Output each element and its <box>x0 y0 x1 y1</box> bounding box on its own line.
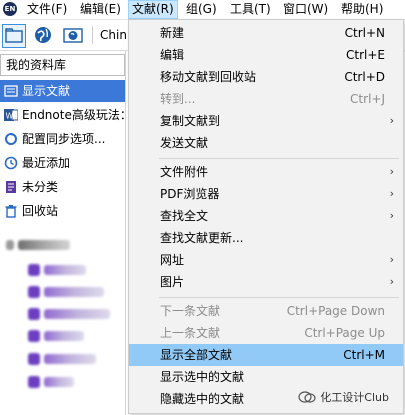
obscured-group-set-name <box>18 240 70 250</box>
panel-divider <box>125 50 126 415</box>
style-selector-partial[interactable]: Chin <box>100 28 127 42</box>
chevron-right-icon: › <box>389 114 394 127</box>
menu-item-move-to-trash[interactable]: 移动文献到回收站 Ctrl+D <box>129 66 403 88</box>
menu-item-previous-reference[interactable]: 上一条文献 Ctrl+Page Up <box>129 322 403 344</box>
menu-item-next-reference[interactable]: 下一条文献 Ctrl+Page Down <box>129 300 403 322</box>
chevron-right-icon: › <box>389 187 394 200</box>
obscured-group-name <box>44 309 110 319</box>
unfiled-icon <box>4 179 18 193</box>
endnote-logo-icon: EN <box>3 2 17 16</box>
menu-item-find-full-text[interactable]: 查找全文 › <box>129 205 403 227</box>
group-trash[interactable]: 回收站 <box>0 200 125 222</box>
obscured-group-name <box>44 354 96 364</box>
menu-references[interactable]: 文献(R) <box>128 0 178 19</box>
menu-item-show-all-references[interactable]: 显示全部文献 Ctrl+M <box>129 344 403 366</box>
folder-icon[interactable] <box>2 24 26 48</box>
obscured-group-name <box>44 331 84 341</box>
obscured-group-icon <box>28 308 40 320</box>
group-recently-added[interactable]: 最近添加 <box>0 152 125 174</box>
menu-tools[interactable]: 工具(T) <box>227 0 274 19</box>
menu-window[interactable]: 窗口(W) <box>280 0 331 19</box>
menu-item-go-to[interactable]: 转到... Ctrl+J <box>129 88 403 110</box>
sync-icon <box>4 131 18 145</box>
obscured-group-icon <box>28 264 40 276</box>
group-unfiled[interactable]: 未分类 <box>0 176 125 198</box>
group-label: 最近添加 <box>22 156 71 170</box>
obscured-group-name <box>44 377 74 387</box>
trash-icon <box>4 203 18 218</box>
group-list: 显示文献 W Endnote高级玩法： 配置同步选项... 最近添加 未分类 回… <box>0 80 125 415</box>
chevron-right-icon: › <box>389 275 394 288</box>
menu-edit[interactable]: 编辑(E) <box>77 0 124 19</box>
wechat-logo-icon <box>298 391 316 403</box>
menu-item-url[interactable]: 网址 › <box>129 249 403 271</box>
obscured-arrow <box>6 240 14 250</box>
chevron-right-icon: › <box>389 165 394 178</box>
menu-separator <box>159 297 399 298</box>
group-endnote-advanced[interactable]: W Endnote高级玩法： <box>0 104 125 126</box>
svg-text:W: W <box>6 112 14 121</box>
library-selector[interactable]: 我的资料库 <box>0 54 125 76</box>
all-references-icon <box>4 83 18 97</box>
menu-item-figure[interactable]: 图片 › <box>129 271 403 293</box>
group-label: 未分类 <box>22 180 59 194</box>
obscured-group-icon <box>28 330 40 342</box>
menu-item-show-selected-references[interactable]: 显示选中的文献 <box>129 366 403 388</box>
word-doc-icon: W <box>4 107 19 121</box>
menu-item-find-reference-updates[interactable]: 查找文献更新... <box>129 227 403 249</box>
watermark: 化工设计Club <box>298 389 389 405</box>
toolbar-separator <box>92 26 93 44</box>
group-label: 配置同步选项... <box>22 132 106 146</box>
menu-bar: EN 文件(F) 编辑(E) 文献(R) 组(G) 工具(T) 窗口(W) 帮助… <box>0 0 405 20</box>
menu-groups[interactable]: 组(G) <box>183 0 220 19</box>
menu-item-new[interactable]: 新建 Ctrl+N <box>129 22 403 44</box>
menu-item-file-attachments[interactable]: 文件附件 › <box>129 161 403 183</box>
group-all-references[interactable]: 显示文献 <box>0 80 125 102</box>
obscured-group-icon <box>28 353 40 365</box>
group-label: 显示文献 <box>22 84 71 98</box>
chevron-right-icon: › <box>389 253 394 266</box>
menu-item-copy-references-to[interactable]: 复制文献到 › <box>129 110 403 132</box>
globe-icon[interactable] <box>32 24 54 46</box>
obscured-group-name <box>44 287 104 297</box>
group-label: 回收站 <box>22 204 59 218</box>
obscured-group-icon <box>28 376 40 388</box>
clock-icon <box>4 155 18 170</box>
obscured-group-name <box>44 265 86 275</box>
menu-file[interactable]: 文件(F) <box>24 0 70 19</box>
globe-sync-icon[interactable] <box>62 24 84 46</box>
watermark-text: 化工设计Club <box>320 391 389 404</box>
menu-help[interactable]: 帮助(H) <box>338 0 386 19</box>
menu-item-pdf-viewer[interactable]: PDF浏览器 › <box>129 183 403 205</box>
menu-item-send-references[interactable]: 发送文献 <box>129 132 403 154</box>
menu-item-edit[interactable]: 编辑 Ctrl+E <box>129 44 403 66</box>
chevron-right-icon: › <box>389 209 394 222</box>
references-dropdown-menu: 新建 Ctrl+N 编辑 Ctrl+E 移动文献到回收站 Ctrl+D 转到... Ct… <box>128 19 404 414</box>
group-label: Endnote高级玩法： <box>22 108 125 122</box>
menu-separator <box>159 158 399 159</box>
group-sync-config[interactable]: 配置同步选项... <box>0 128 125 150</box>
obscured-group-icon <box>28 286 40 298</box>
